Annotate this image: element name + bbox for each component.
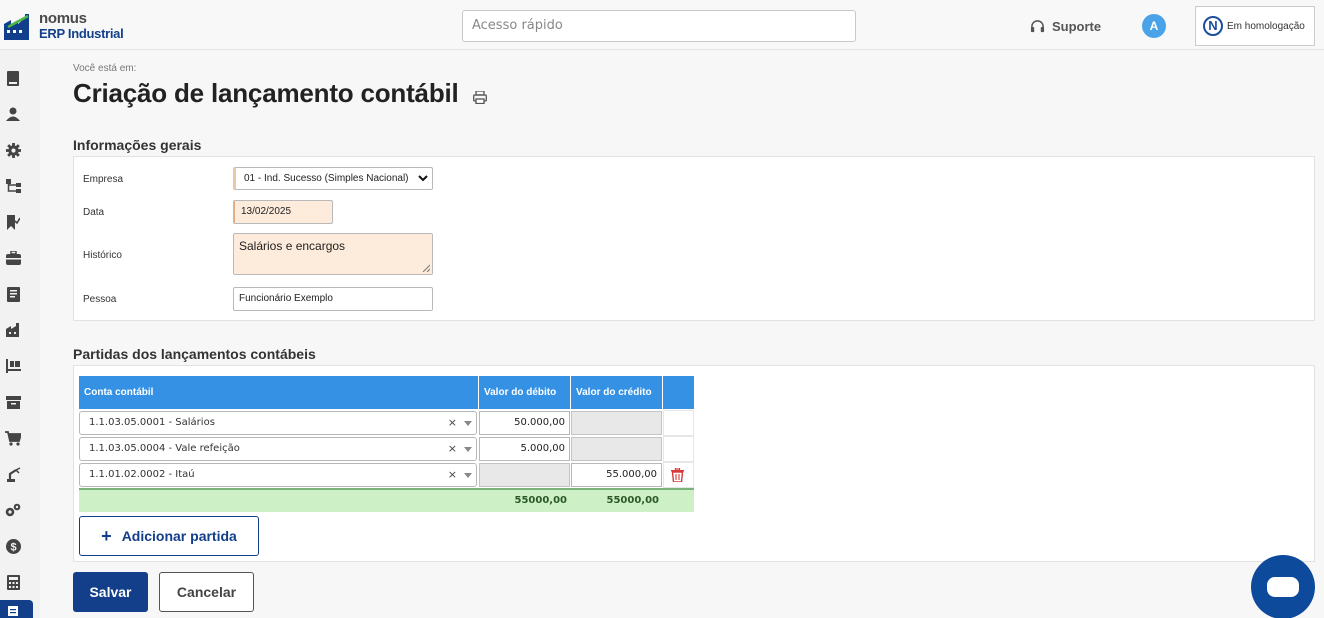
- svg-text:$: $: [10, 541, 16, 553]
- gear-icon[interactable]: [4, 141, 22, 159]
- nomus-n-icon: N: [1203, 16, 1223, 36]
- date-field[interactable]: 13/02/2025: [233, 200, 333, 224]
- debito-input: [479, 463, 570, 487]
- debito-input[interactable]: 5.000,00: [479, 437, 570, 461]
- logo-text-nomus: nomus: [39, 10, 87, 27]
- support-label: Suporte: [1052, 18, 1102, 34]
- archive-icon[interactable]: [4, 393, 22, 411]
- total-credito: 55000,00: [606, 495, 659, 506]
- chevron-down-icon: [418, 175, 428, 182]
- user-avatar[interactable]: A: [1142, 14, 1166, 38]
- support-link[interactable]: Suporte: [1030, 17, 1101, 35]
- print-icon[interactable]: [473, 91, 487, 104]
- dollar-icon[interactable]: $: [4, 537, 22, 555]
- table-row: 1.1.01.02.0002 - Itaú × 55.000,00: [79, 462, 694, 488]
- empresa-label: Empresa: [83, 174, 124, 185]
- factory-logo-icon: [4, 14, 29, 40]
- briefcase-icon[interactable]: [4, 249, 22, 267]
- save-button[interactable]: Salvar: [73, 572, 148, 612]
- credito-input[interactable]: 55.000,00: [571, 463, 662, 487]
- clear-icon[interactable]: ×: [448, 438, 457, 460]
- column-header-credito: Valor do crédito: [571, 376, 663, 409]
- credito-input: [571, 437, 662, 461]
- historico-label: Histórico: [83, 250, 122, 261]
- conta-value: 1.1.03.05.0004 - Vale refeição: [89, 443, 240, 454]
- chat-button[interactable]: [1251, 555, 1315, 618]
- app-logo[interactable]: nomus ERP Industrial: [4, 10, 124, 44]
- caret-down-icon[interactable]: [464, 447, 472, 452]
- sidebar-item-active[interactable]: [0, 600, 33, 618]
- conta-select[interactable]: 1.1.01.02.0002 - Itaú ×: [79, 463, 477, 487]
- column-header-actions: [663, 376, 694, 409]
- trash-icon[interactable]: [671, 468, 684, 482]
- conta-value: 1.1.01.02.0002 - Itaú: [89, 469, 195, 480]
- historico-value: Salários e encargos: [239, 239, 346, 253]
- add-entry-label: Adicionar partida: [121, 528, 237, 544]
- factory-icon[interactable]: [4, 321, 22, 339]
- row-actions: [663, 410, 694, 436]
- environment-badge[interactable]: N Em homologação: [1195, 6, 1315, 46]
- credito-input: [571, 411, 662, 435]
- page-title: Criação de lançamento contábil: [73, 78, 459, 108]
- data-label: Data: [83, 207, 105, 218]
- column-header-debito: Valor do débito: [479, 376, 571, 409]
- column-header-conta: Conta contábil: [79, 376, 479, 409]
- caret-down-icon[interactable]: [464, 473, 472, 478]
- debito-input[interactable]: 50.000,00: [479, 411, 570, 435]
- cancel-button[interactable]: Cancelar: [159, 572, 254, 612]
- user-icon[interactable]: [4, 105, 22, 123]
- sidebar: $: [0, 50, 40, 618]
- clear-icon[interactable]: ×: [448, 464, 457, 486]
- report-icon[interactable]: [4, 285, 22, 303]
- calculator-icon[interactable]: [4, 573, 22, 591]
- conta-select[interactable]: 1.1.03.05.0001 - Salários ×: [79, 411, 477, 435]
- add-entry-button[interactable]: + Adicionar partida: [79, 516, 259, 556]
- caret-down-icon[interactable]: [464, 421, 472, 426]
- book-icon[interactable]: [4, 69, 22, 87]
- empresa-value: 01 - Ind. Sucesso (Simples Nacional): [244, 172, 409, 184]
- top-bar: nomus ERP Industrial Acesso rápido Supor…: [0, 0, 1324, 50]
- document-icon: [8, 606, 18, 616]
- cart-icon[interactable]: [4, 429, 22, 447]
- plus-icon: +: [101, 526, 112, 546]
- environment-label: Em homologação: [1227, 20, 1305, 32]
- pessoa-label: Pessoa: [83, 294, 117, 305]
- bookmark-check-icon[interactable]: [4, 213, 22, 231]
- general-info-title: Informações gerais: [73, 137, 202, 153]
- quick-access-input[interactable]: Acesso rápido: [462, 10, 856, 42]
- pallet-icon[interactable]: [4, 357, 22, 375]
- headset-icon: [1030, 19, 1045, 32]
- logo-text-erp: ERP Industrial: [39, 26, 124, 41]
- resize-grip-icon[interactable]: [422, 264, 430, 272]
- total-debito: 55000,00: [514, 495, 567, 506]
- conta-select[interactable]: 1.1.03.05.0004 - Vale refeição ×: [79, 437, 477, 461]
- clear-icon[interactable]: ×: [448, 412, 457, 434]
- pessoa-field[interactable]: Funcionário Exemplo: [233, 287, 433, 311]
- row-actions: [663, 436, 694, 462]
- gears-icon[interactable]: [4, 501, 22, 519]
- chat-bubble-icon: [1267, 577, 1299, 597]
- entries-title: Partidas dos lançamentos contábeis: [73, 346, 316, 362]
- totals-row: 55000,00 55000,00: [79, 488, 694, 512]
- empresa-select[interactable]: 01 - Ind. Sucesso (Simples Nacional): [233, 167, 433, 190]
- historico-textarea[interactable]: Salários e encargos: [233, 233, 433, 275]
- conta-value: 1.1.03.05.0001 - Salários: [89, 417, 215, 428]
- table-row: 1.1.03.05.0001 - Salários × 50.000,00: [79, 410, 694, 436]
- hierarchy-icon[interactable]: [4, 177, 22, 195]
- robot-arm-icon[interactable]: [4, 465, 22, 483]
- table-row: 1.1.03.05.0004 - Vale refeição × 5.000,0…: [79, 436, 694, 462]
- breadcrumb: Você está em:: [73, 63, 137, 74]
